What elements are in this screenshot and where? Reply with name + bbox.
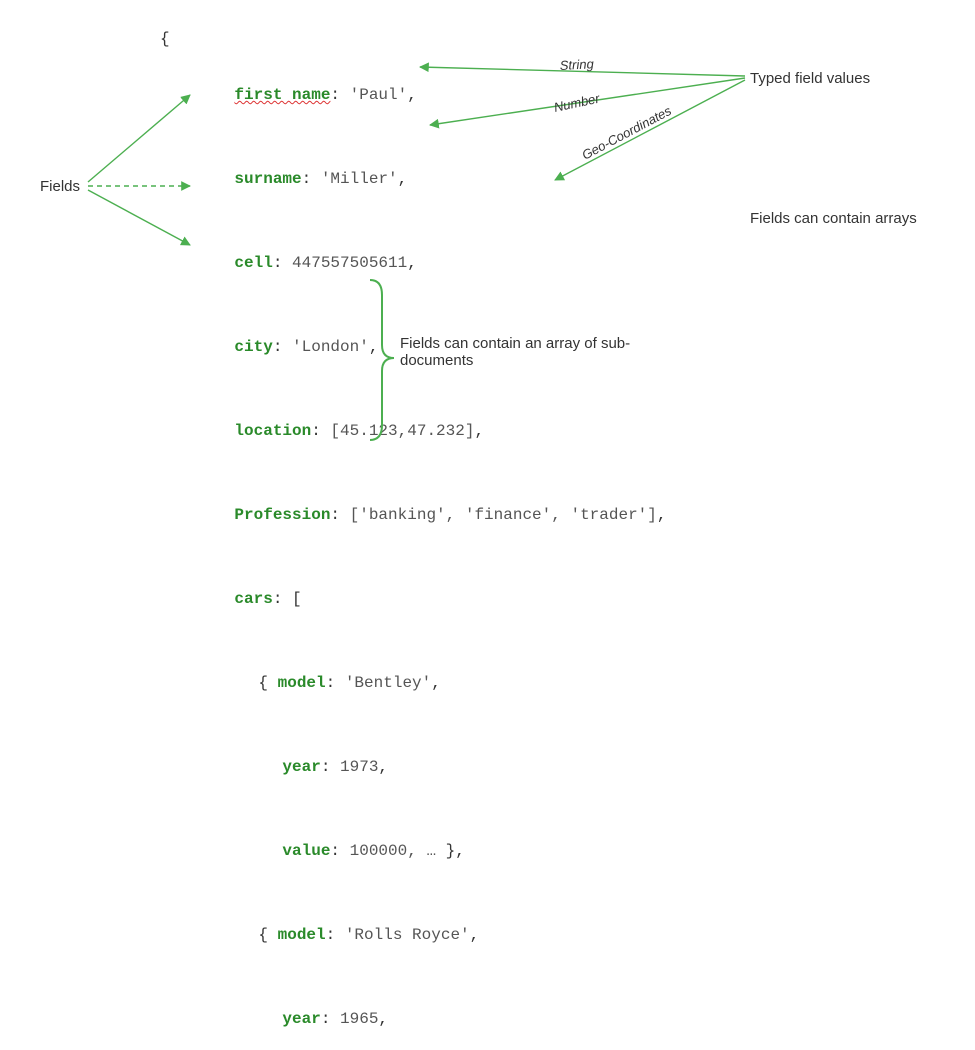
field-val-cell: 447557505611 xyxy=(292,254,407,272)
field-key-profession: Profession xyxy=(234,506,330,524)
field-key-first-name: first name xyxy=(234,86,330,104)
car0-year-val: 1973 xyxy=(340,758,378,776)
field-val-profession: ['banking', 'finance', 'trader'] xyxy=(350,506,657,524)
car0-value-val: 100000, … xyxy=(350,842,436,860)
field-val-city: 'London' xyxy=(292,338,369,356)
field-key-surname: surname xyxy=(234,170,301,188)
label-subdocs: Fields can contain an array of sub-docum… xyxy=(400,335,660,369)
field-key-location: location xyxy=(234,422,311,440)
code-block: { first name: 'Paul', surname: 'Miller',… xyxy=(160,25,666,1050)
label-fields: Fields xyxy=(40,178,80,195)
field-val-surname: 'Miller' xyxy=(321,170,398,188)
field-key-cars: cars xyxy=(234,590,272,608)
field-val-location: [45.123,47.232] xyxy=(330,422,474,440)
car1-year-key: year xyxy=(282,1010,320,1028)
car0-model-key: model xyxy=(278,674,326,692)
brace-open: { xyxy=(160,30,170,48)
car0-year-key: year xyxy=(282,758,320,776)
car0-model-val: 'Bentley' xyxy=(345,674,431,692)
label-arrays: Fields can contain arrays xyxy=(750,210,920,227)
field-key-cell: cell xyxy=(234,254,272,272)
car1-year-val: 1965 xyxy=(340,1010,378,1028)
label-typed: Typed field values xyxy=(750,70,870,87)
car1-model-key: model xyxy=(278,926,326,944)
car1-model-val: 'Rolls Royce' xyxy=(345,926,470,944)
field-val-first-name: 'Paul' xyxy=(350,86,408,104)
car0-value-key: value xyxy=(282,842,330,860)
field-key-city: city xyxy=(234,338,272,356)
